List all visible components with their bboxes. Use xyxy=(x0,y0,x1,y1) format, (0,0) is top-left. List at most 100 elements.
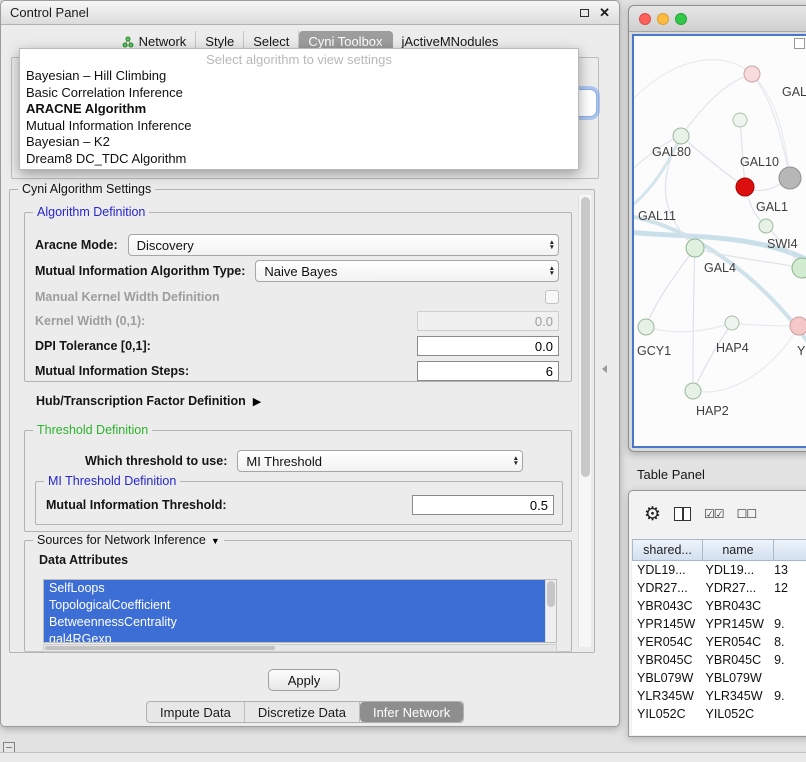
mi-steps-label: Mutual Information Steps: xyxy=(35,364,189,378)
tab-label: Style xyxy=(205,34,234,49)
bottom-tab-infer-network[interactable]: Infer Network xyxy=(360,702,463,722)
minimize-traffic-light-icon[interactable] xyxy=(657,13,669,25)
unselect-all-columns-icon[interactable]: ☐☐ xyxy=(737,507,757,521)
network-canvas[interactable]: GALGAL80GAL10GAL11GAL1SWI4GAL4GCY1HAP4YH… xyxy=(632,34,806,448)
network-view-window: GALGAL80GAL10GAL11GAL1SWI4GAL4GCY1HAP4YH… xyxy=(628,5,806,452)
table-column-header[interactable]: name xyxy=(703,539,774,561)
manual-kernel-checkbox[interactable] xyxy=(545,290,559,304)
algorithm-definition-title: Algorithm Definition xyxy=(33,205,149,219)
bottom-tab-impute-data[interactable]: Impute Data xyxy=(147,702,245,722)
birdseye-toggle[interactable] xyxy=(794,38,805,49)
show-columns-icon[interactable] xyxy=(674,507,691,521)
select-all-columns-icon[interactable]: ☑☑ xyxy=(704,507,724,521)
float-window-icon[interactable] xyxy=(580,9,589,17)
popup-item[interactable]: Bayesian – K2 xyxy=(20,134,578,151)
kernel-width-field[interactable]: 0.0 xyxy=(417,311,559,331)
table-cell: YDL19... xyxy=(701,561,770,579)
network-node[interactable] xyxy=(759,219,773,233)
control-panel-titlebar[interactable]: Control Panel ✕ xyxy=(1,1,619,25)
popup-item[interactable]: Bayesian – Hill Climbing xyxy=(20,68,578,85)
network-node-label: GAL4 xyxy=(704,261,736,275)
network-node-label: SWI4 xyxy=(767,237,798,251)
table-row[interactable]: YER054CYER054C8. xyxy=(632,633,806,651)
table-header-row: shared...name xyxy=(632,539,806,561)
attribute-item[interactable]: TopologicalCoefficient xyxy=(44,597,556,614)
network-node[interactable] xyxy=(744,66,760,82)
table-cell: 9. xyxy=(769,687,806,705)
table-cell: YER054C xyxy=(632,633,701,651)
table-cell: YER054C xyxy=(701,633,770,651)
network-node[interactable] xyxy=(673,128,689,144)
zoom-traffic-light-icon[interactable] xyxy=(675,13,687,25)
table-body: YDL19...YDL19...13YDR27...YDR27...12YBR0… xyxy=(632,561,806,735)
apply-button[interactable]: Apply xyxy=(268,669,340,691)
table-row[interactable]: YDR27...YDR27...12 xyxy=(632,579,806,597)
network-node[interactable] xyxy=(790,317,806,335)
mi-type-value: Naive Bayes xyxy=(264,264,337,279)
data-attributes-label: Data Attributes xyxy=(39,553,128,567)
network-node[interactable] xyxy=(725,316,739,330)
network-window-titlebar[interactable] xyxy=(629,6,806,32)
table-settings-gear-icon[interactable]: ⚙ xyxy=(644,505,661,524)
settings-scrollbar-thumb[interactable] xyxy=(581,197,590,477)
table-row[interactable]: YBR045CYBR045C9. xyxy=(632,651,806,669)
attribute-item[interactable]: BetweennessCentrality xyxy=(44,614,556,631)
network-node[interactable] xyxy=(686,239,704,257)
table-panel-title: Table Panel xyxy=(637,467,705,482)
attribute-item[interactable]: gal4RGexp xyxy=(44,631,556,643)
close-traffic-light-icon[interactable] xyxy=(639,13,651,25)
table-row[interactable]: YPR145WYPR145W9. xyxy=(632,615,806,633)
settings-group-title: Cyni Algorithm Settings xyxy=(18,182,155,196)
attributes-list-scrollbar-thumb[interactable] xyxy=(547,581,555,607)
dpi-tolerance-field[interactable]: 0.0 xyxy=(417,336,559,356)
network-node-label: GAL1 xyxy=(756,200,788,214)
sources-group-title[interactable]: Sources for Network Inference▼ xyxy=(33,533,224,547)
hub-definition-toggle[interactable]: Hub/Transcription Factor Definition ▶ xyxy=(36,392,261,410)
network-node[interactable] xyxy=(638,319,654,335)
attributes-list-hscrollbar-thumb[interactable] xyxy=(45,646,275,650)
table-row[interactable]: YDL19...YDL19...13 xyxy=(632,561,806,579)
aracne-mode-combobox[interactable]: Discovery ▲▼ xyxy=(128,234,559,256)
popup-item[interactable]: Basic Correlation Inference xyxy=(20,85,578,102)
table-cell: 12 xyxy=(769,579,806,597)
table-row[interactable]: YIL052CYIL052C xyxy=(632,705,806,723)
mi-steps-field[interactable]: 6 xyxy=(417,361,559,381)
network-node-label: HAP4 xyxy=(716,341,749,355)
threshold-definition-group: Threshold Definition Which threshold to … xyxy=(24,430,572,532)
control-panel-window: Control Panel ✕ NetworkStyleSelectCyni T… xyxy=(0,0,620,727)
attributes-list-scrollbar[interactable] xyxy=(545,580,556,642)
mi-type-combobox[interactable]: Naive Bayes ▲▼ xyxy=(255,260,559,282)
popup-item[interactable]: Dream8 DC_TDC Algorithm xyxy=(20,151,578,168)
popup-item[interactable]: Mutual Information Inference xyxy=(20,118,578,135)
mi-threshold-field[interactable]: 0.5 xyxy=(412,495,554,515)
settings-scrollbar[interactable] xyxy=(578,195,591,647)
splitter-collapse-icon[interactable] xyxy=(602,365,607,373)
table-column-header[interactable]: shared... xyxy=(632,539,703,561)
attribute-item[interactable]: SelfLoops xyxy=(44,580,556,597)
popup-prompt: Select algorithm to view settings xyxy=(20,51,578,68)
table-row[interactable]: YBL079WYBL079W xyxy=(632,669,806,687)
bottom-tab-discretize-data[interactable]: Discretize Data xyxy=(245,702,360,722)
popup-item[interactable]: ARACNE Algorithm xyxy=(20,101,578,118)
aracne-mode-value: Discovery xyxy=(137,238,194,253)
network-edge xyxy=(693,248,695,391)
network-edge xyxy=(740,120,745,187)
network-edge xyxy=(732,323,799,326)
table-row[interactable]: YLR345WYLR345W9. xyxy=(632,687,806,705)
table-cell: YDL19... xyxy=(632,561,701,579)
table-column-header[interactable] xyxy=(774,539,806,561)
data-attributes-list[interactable]: SelfLoopsTopologicalCoefficientBetweenne… xyxy=(43,579,557,643)
which-threshold-combobox[interactable]: MI Threshold ▲▼ xyxy=(237,450,523,472)
table-cell: YIL052C xyxy=(632,705,701,723)
network-canvas-svg: GALGAL80GAL10GAL11GAL1SWI4GAL4GCY1HAP4YH… xyxy=(634,36,806,444)
network-node[interactable] xyxy=(779,167,801,189)
table-row[interactable]: YBR043CYBR043C xyxy=(632,597,806,615)
network-node-label: GAL10 xyxy=(740,155,779,169)
close-window-icon[interactable]: ✕ xyxy=(599,8,610,18)
network-node[interactable] xyxy=(736,178,754,196)
network-edge xyxy=(681,136,745,187)
network-node[interactable] xyxy=(733,113,747,127)
attributes-list-hscrollbar[interactable] xyxy=(43,644,557,652)
network-node[interactable] xyxy=(685,383,701,399)
network-node[interactable] xyxy=(792,258,806,278)
